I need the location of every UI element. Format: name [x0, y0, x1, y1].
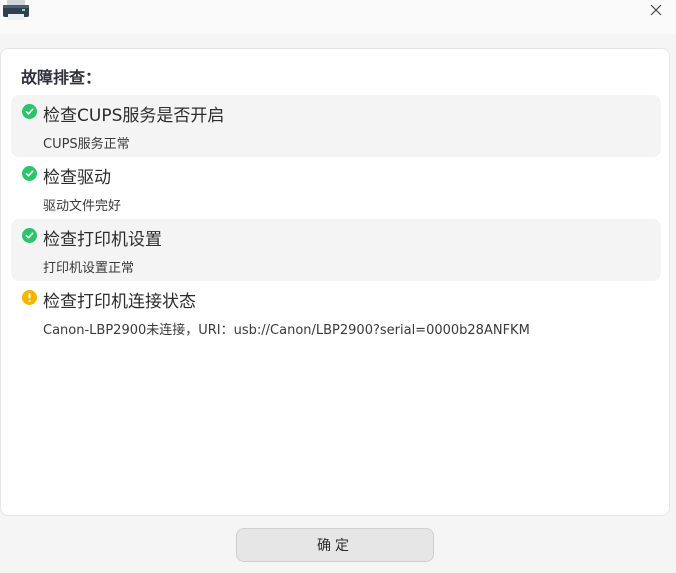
check-result: Canon-LBP2900未连接，URI：usb://Canon/LBP2900… — [43, 323, 530, 338]
warning-icon — [22, 290, 37, 305]
success-icon — [22, 104, 37, 119]
check-title: 检查打印机设置 — [43, 230, 162, 250]
check-item-cups: 检查CUPS服务是否开启 CUPS服务正常 — [11, 95, 661, 157]
check-title: 检查打印机连接状态 — [43, 292, 196, 312]
check-title: 检查驱动 — [43, 168, 111, 188]
troubleshoot-panel: 故障排查： 检查CUPS服务是否开启 CUPS服务正常 检查驱动 驱动文件完好 … — [0, 48, 670, 516]
check-item-driver: 检查驱动 驱动文件完好 — [11, 157, 661, 219]
check-title: 检查CUPS服务是否开启 — [43, 106, 225, 126]
title-bar — [0, 0, 676, 34]
printer-icon — [2, 0, 30, 22]
success-icon — [22, 166, 37, 181]
confirm-button[interactable]: 确定 — [236, 528, 434, 562]
check-result: CUPS服务正常 — [43, 137, 130, 152]
success-icon — [22, 228, 37, 243]
close-icon — [650, 4, 662, 16]
check-item-connection: 检查打印机连接状态 Canon-LBP2900未连接，URI：usb://Can… — [11, 281, 661, 343]
panel-title: 故障排查： — [21, 68, 102, 87]
check-item-printer-settings: 检查打印机设置 打印机设置正常 — [11, 219, 661, 281]
close-button[interactable] — [644, 0, 668, 20]
troubleshoot-dialog: 故障排查： 检查CUPS服务是否开启 CUPS服务正常 检查驱动 驱动文件完好 … — [0, 0, 676, 573]
check-result: 打印机设置正常 — [43, 261, 135, 276]
check-result: 驱动文件完好 — [43, 199, 122, 214]
